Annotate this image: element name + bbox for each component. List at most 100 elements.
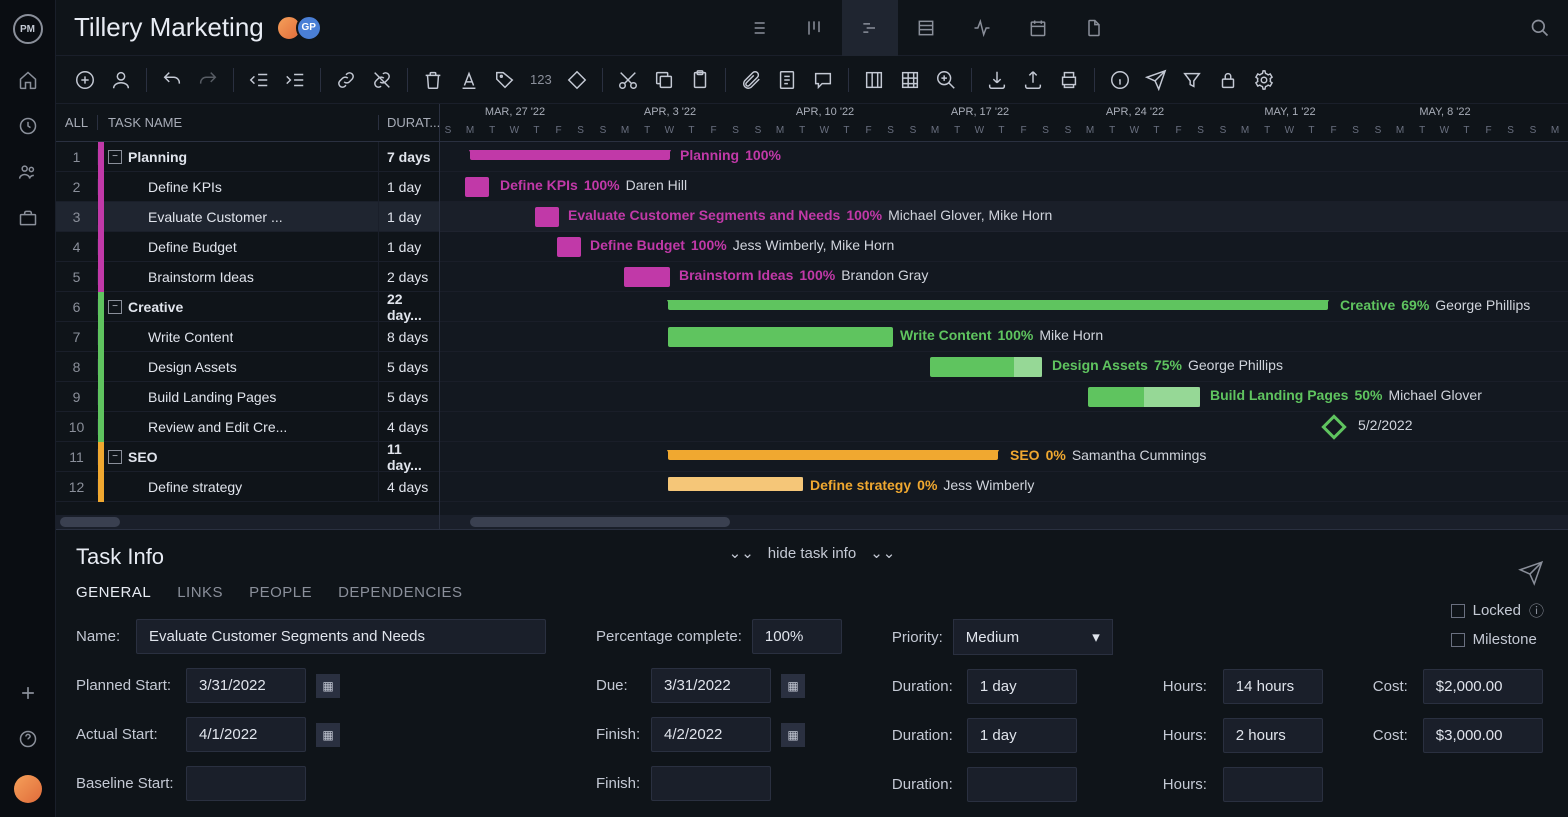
calendar-icon[interactable]: ▦ [781, 674, 805, 698]
input-duration-3[interactable] [967, 767, 1077, 802]
task-row[interactable]: 3Evaluate Customer ...1 day [56, 202, 439, 232]
grid-scrollbar[interactable] [56, 515, 439, 529]
summary-bar[interactable] [668, 300, 1328, 310]
collapse-icon[interactable]: − [108, 300, 122, 314]
input-baseline-finish[interactable] [651, 766, 771, 801]
task-row[interactable]: 2Define KPIs1 day [56, 172, 439, 202]
select-priority[interactable]: Medium▾ [953, 619, 1113, 655]
member-avatars[interactable]: GP [282, 15, 322, 41]
note-icon[interactable] [776, 69, 798, 91]
unlink-icon[interactable] [371, 69, 393, 91]
plus-icon[interactable] [18, 683, 38, 703]
task-row[interactable]: 12Define strategy4 days [56, 472, 439, 502]
calendar-icon[interactable]: ▦ [316, 674, 340, 698]
columns-icon[interactable] [863, 69, 885, 91]
view-list-icon[interactable] [730, 0, 786, 56]
grid-icon[interactable] [899, 69, 921, 91]
hide-task-info[interactable]: ⌄⌄ hide task info ⌄⌄ [729, 544, 896, 562]
filter-icon[interactable] [1181, 69, 1203, 91]
checkbox-milestone[interactable]: Milestone [1451, 631, 1544, 648]
tab-dependencies[interactable]: DEPENDENCIES [338, 584, 462, 601]
app-logo[interactable]: PM [13, 14, 43, 44]
task-bar[interactable] [557, 237, 581, 257]
input-cost-2[interactable] [1423, 718, 1543, 753]
link-icon[interactable] [335, 69, 357, 91]
task-row[interactable]: 8Design Assets5 days [56, 352, 439, 382]
input-hours-2[interactable] [1223, 718, 1323, 753]
input-planned-start[interactable] [186, 668, 306, 703]
input-finish[interactable] [651, 717, 771, 752]
copy-icon[interactable] [653, 69, 675, 91]
gantt-row[interactable]: Write Content100%Mike Horn [440, 322, 1568, 352]
input-name[interactable] [136, 619, 546, 654]
grid-header-duration[interactable]: DURAT... [379, 115, 439, 130]
redo-icon[interactable] [197, 69, 219, 91]
send-icon[interactable] [1145, 69, 1167, 91]
collapse-icon[interactable]: − [108, 150, 122, 164]
gantt-row[interactable]: Design Assets75%George Phillips [440, 352, 1568, 382]
input-baseline-start[interactable] [186, 766, 306, 801]
zoom-icon[interactable] [935, 69, 957, 91]
input-pct[interactable] [752, 619, 842, 654]
task-row[interactable]: 1−Planning7 days [56, 142, 439, 172]
people-icon[interactable] [18, 162, 38, 182]
input-cost-1[interactable] [1423, 669, 1543, 704]
task-row[interactable]: 9Build Landing Pages5 days [56, 382, 439, 412]
search-icon[interactable] [1530, 18, 1550, 38]
calendar-icon[interactable]: ▦ [316, 723, 340, 747]
milestone-marker[interactable] [1321, 414, 1346, 439]
info-icon[interactable] [1109, 69, 1131, 91]
delete-icon[interactable] [422, 69, 444, 91]
grid-header-all[interactable]: ALL [56, 115, 98, 130]
gantt-row[interactable]: Evaluate Customer Segments and Needs100%… [440, 202, 1568, 232]
summary-bar[interactable] [470, 150, 670, 160]
export-icon[interactable] [1022, 69, 1044, 91]
text-style-icon[interactable] [458, 69, 480, 91]
gantt-row[interactable]: Brainstorm Ideas100%Brandon Gray [440, 262, 1568, 292]
gantt-scrollbar[interactable] [440, 515, 1568, 529]
import-icon[interactable] [986, 69, 1008, 91]
collapse-icon[interactable]: − [108, 450, 122, 464]
input-duration-1[interactable] [967, 669, 1077, 704]
checkbox-locked[interactable]: Lockedⓘ [1451, 600, 1544, 621]
task-bar[interactable] [668, 327, 893, 347]
view-board-icon[interactable] [786, 0, 842, 56]
gantt-row[interactable]: Build Landing Pages50%Michael Glover [440, 382, 1568, 412]
undo-icon[interactable] [161, 69, 183, 91]
tab-people[interactable]: PEOPLE [249, 584, 312, 601]
briefcase-icon[interactable] [18, 208, 38, 228]
task-bar[interactable] [465, 177, 489, 197]
tag-icon[interactable] [494, 69, 516, 91]
tab-general[interactable]: GENERAL [76, 584, 151, 601]
outdent-icon[interactable] [248, 69, 270, 91]
grid-header-name[interactable]: TASK NAME [98, 115, 379, 130]
summary-bar[interactable] [668, 450, 998, 460]
gantt-row[interactable]: Creative69%George Phillips [440, 292, 1568, 322]
task-bar[interactable] [624, 267, 670, 287]
calendar-icon[interactable]: ▦ [781, 723, 805, 747]
task-bar[interactable] [1088, 387, 1200, 407]
task-row[interactable]: 4Define Budget1 day [56, 232, 439, 262]
gantt-row[interactable]: Define Budget100%Jess Wimberly, Mike Hor… [440, 232, 1568, 262]
add-icon[interactable] [74, 69, 96, 91]
gantt-row[interactable]: SEO0%Samantha Cummings [440, 442, 1568, 472]
send-task-icon[interactable] [1518, 560, 1544, 586]
assign-icon[interactable] [110, 69, 132, 91]
comment-icon[interactable] [812, 69, 834, 91]
task-row[interactable]: 11−SEO11 day... [56, 442, 439, 472]
attach-icon[interactable] [740, 69, 762, 91]
task-row[interactable]: 5Brainstorm Ideas2 days [56, 262, 439, 292]
cut-icon[interactable] [617, 69, 639, 91]
paste-icon[interactable] [689, 69, 711, 91]
settings-icon[interactable] [1253, 69, 1275, 91]
view-gantt-icon[interactable] [842, 0, 898, 56]
input-actual-start[interactable] [186, 717, 306, 752]
task-row[interactable]: 7Write Content8 days [56, 322, 439, 352]
task-row[interactable]: 10Review and Edit Cre...4 days [56, 412, 439, 442]
gantt-row[interactable]: Define strategy0%Jess Wimberly [440, 472, 1568, 502]
lock-icon[interactable] [1217, 69, 1239, 91]
gantt-row[interactable]: 5/2/2022 [440, 412, 1568, 442]
view-calendar-icon[interactable] [1010, 0, 1066, 56]
input-due[interactable] [651, 668, 771, 703]
indent-icon[interactable] [284, 69, 306, 91]
